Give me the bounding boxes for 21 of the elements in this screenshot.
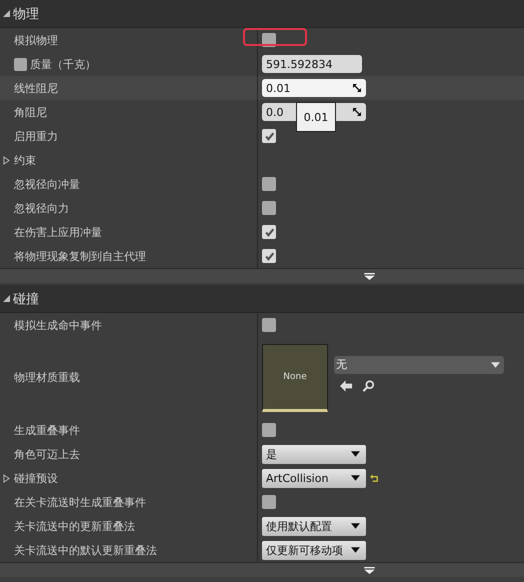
property-label: 质量（千克） xyxy=(30,56,96,72)
section-title: 碰撞 xyxy=(13,290,39,308)
property-label: 模拟生成命中事件 xyxy=(14,318,102,332)
property-label: 将物理现象复制到自主代理 xyxy=(14,248,146,264)
property-label: 模拟物理 xyxy=(14,32,58,48)
property-label: 角阻尼 xyxy=(14,104,47,120)
property-label: 启用重力 xyxy=(14,128,58,144)
property-label: 在伤害上应用冲量 xyxy=(14,224,102,240)
property-label: 忽视径向力 xyxy=(14,200,69,216)
property-label: 线性阻尼 xyxy=(14,80,58,96)
property-label: 忽视径向冲量 xyxy=(14,176,80,192)
tooltip: 0.01 xyxy=(296,102,336,132)
property-label: 约束 xyxy=(14,152,36,168)
property-label: 角色可迈上去 xyxy=(14,446,80,462)
property-label: 碰撞预设 xyxy=(14,470,58,486)
property-label: 物理材质重载 xyxy=(14,370,80,385)
property-label: 关卡流送中的默认更新重叠法 xyxy=(14,542,157,558)
property-label: 关卡流送中的更新重叠法 xyxy=(14,518,135,534)
property-label: 生成重叠事件 xyxy=(14,422,80,438)
property-label: 在关卡流送时生成重叠事件 xyxy=(14,494,146,510)
section-title: 物理 xyxy=(13,6,39,22)
